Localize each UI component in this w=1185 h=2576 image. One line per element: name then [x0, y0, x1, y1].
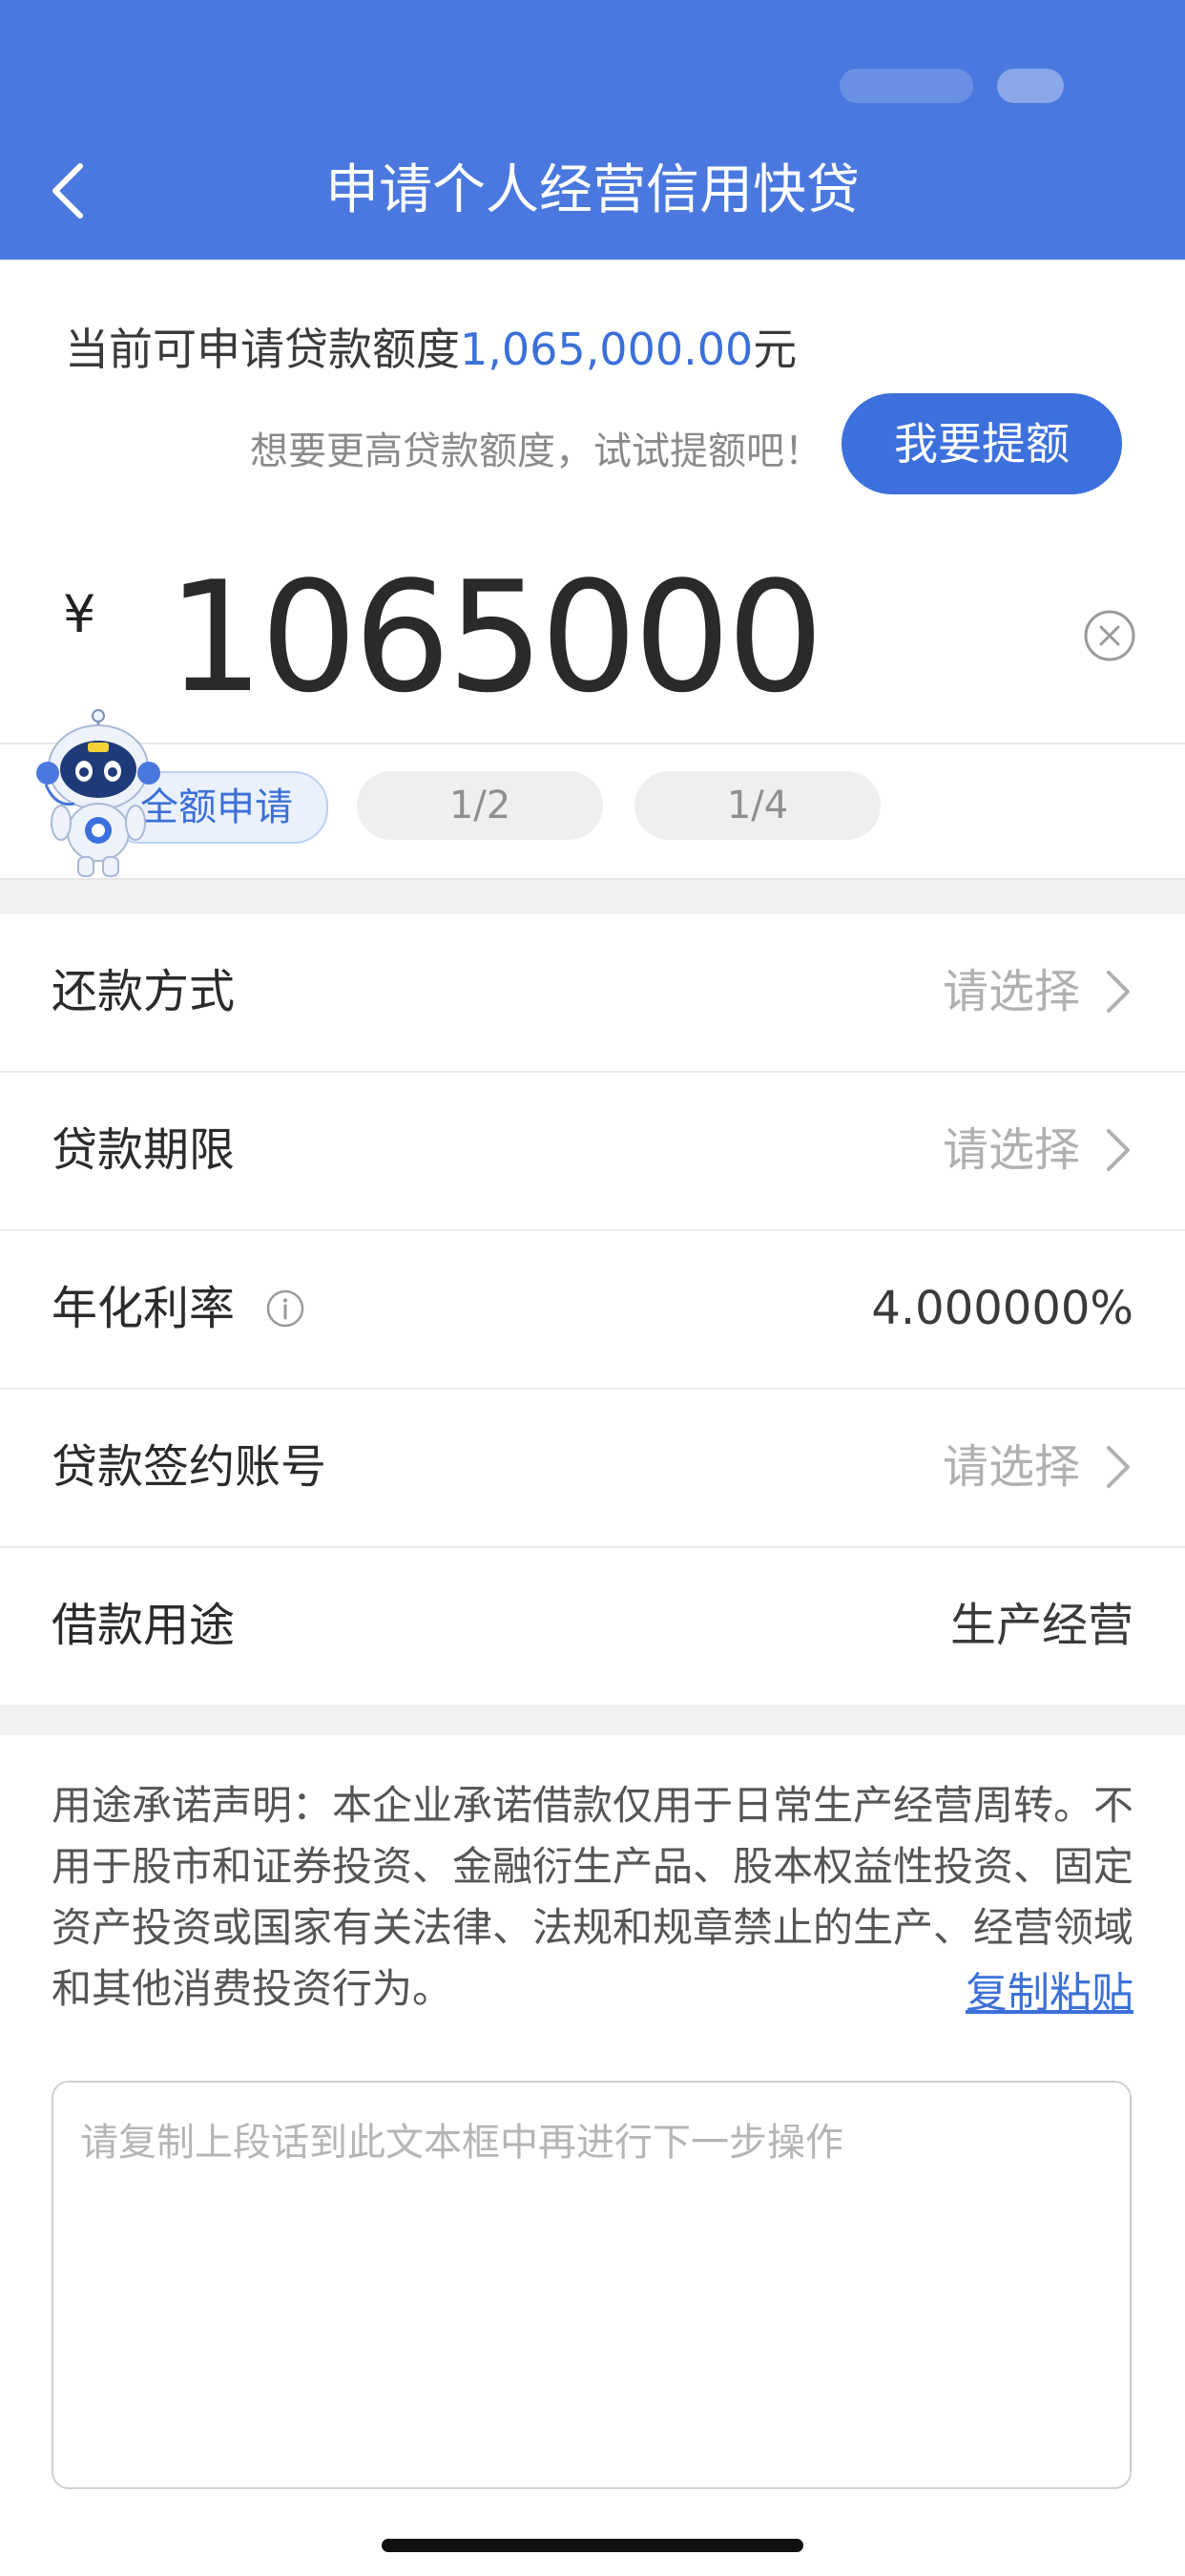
- repayment-method-row[interactable]: 还款方式 请选择: [0, 912, 1185, 1073]
- chevron-right-icon: [1107, 1446, 1130, 1488]
- raise-limit-button[interactable]: 我要提额: [842, 393, 1122, 494]
- loan-amount-input[interactable]: 1065000: [167, 552, 930, 723]
- status-bar: [0, 0, 1185, 143]
- loan-term-label: 贷款期限: [52, 1123, 236, 1177]
- info-icon[interactable]: [265, 1288, 305, 1329]
- copy-paste-link[interactable]: 复制粘贴: [966, 1958, 1133, 2020]
- currency-symbol: ¥: [63, 584, 96, 644]
- signing-account-row[interactable]: 贷款签约账号 请选择: [0, 1388, 1185, 1548]
- chevron-right-icon: [1107, 1129, 1130, 1171]
- status-bar-blur: [840, 69, 973, 103]
- chip-quarter-amount[interactable]: 1/4: [634, 771, 881, 840]
- clear-amount-button[interactable]: [1082, 608, 1137, 663]
- loan-amount-row: ¥ 1065000: [0, 534, 1185, 744]
- battery-icon: [997, 69, 1064, 103]
- robot-assistant-icon[interactable]: [36, 708, 160, 880]
- section-spacer: [0, 1705, 1185, 1735]
- chevron-right-icon: [1107, 971, 1130, 1013]
- amount-ratio-chips: 全额申请 1/2 1/4: [0, 771, 1185, 848]
- loan-term-value: 请选择: [942, 1123, 1080, 1177]
- signing-account-label: 贷款签约账号: [52, 1440, 327, 1494]
- home-indicator[interactable]: [382, 2539, 803, 2552]
- annual-rate-row: 年化利率 4.000000%: [0, 1229, 1185, 1390]
- divider: [0, 743, 1185, 744]
- loan-purpose-row: 借款用途 生产经营: [0, 1546, 1185, 1705]
- quota-unit: 元: [753, 324, 798, 375]
- loan-purpose-value: 生产经营: [949, 1599, 1133, 1652]
- available-quota-line: 当前可申请贷款额度1,065,000.00元: [65, 315, 797, 378]
- quota-prefix: 当前可申请贷款额度: [65, 324, 460, 375]
- repayment-method-label: 还款方式: [52, 965, 236, 1018]
- chip-half-amount[interactable]: 1/2: [357, 771, 603, 840]
- page-title: 申请个人经营信用快贷: [325, 159, 860, 221]
- quota-amount: 1,065,000.00: [460, 324, 754, 375]
- loan-purpose-label: 借款用途: [52, 1599, 236, 1652]
- annual-rate-value: 4.000000%: [871, 1282, 1133, 1335]
- clear-circle-icon: [1084, 610, 1135, 661]
- annual-rate-label: 年化利率: [52, 1282, 236, 1335]
- raise-limit-hint: 想要更高贷款额度，试试提额吧！: [250, 429, 822, 473]
- signing-account-value: 请选择: [942, 1440, 1080, 1494]
- commitment-text-input[interactable]: [52, 2081, 1132, 2489]
- section-spacer: [0, 878, 1185, 914]
- repayment-method-value: 请选择: [942, 965, 1080, 1018]
- loan-term-row[interactable]: 贷款期限 请选择: [0, 1071, 1185, 1231]
- app-header: 申请个人经营信用快贷: [0, 0, 1185, 260]
